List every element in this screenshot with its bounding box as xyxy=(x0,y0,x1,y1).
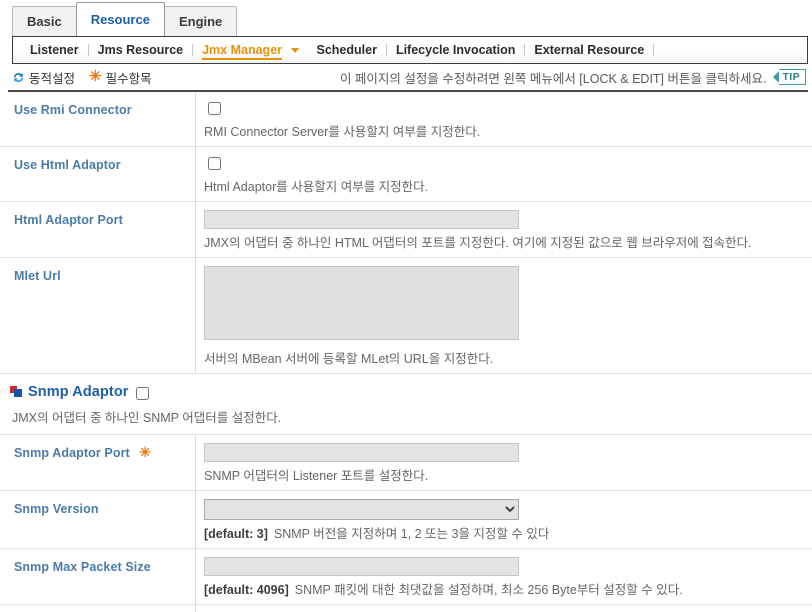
field-row-mlet-url: Mlet Url 서버의 MBean 서버에 등록할 MLet의 URL을 지정… xyxy=(0,258,812,374)
snmp-adaptor-group-header: Snmp Adaptor xyxy=(10,384,812,400)
desc-snmp-adaptor-port: SNMP 어댑터의 Listener 포트를 설정한다. xyxy=(204,469,429,483)
checkbox-use-rmi-connector[interactable] xyxy=(208,102,221,115)
desc-text-snmp-version: SNMP 버전을 지정하며 1, 2 또는 3을 지정할 수 있다 xyxy=(273,527,550,541)
legend-notice-bar: 동적설정 ✳ 필수항목 이 페이지의 설정을 수정하려면 왼쪽 메뉴에서 [LO… xyxy=(8,66,808,92)
field-row-snmp-security: Snmp Security [default: false]보안의 적용 여부를… xyxy=(0,605,812,612)
lock-edit-notice: 이 페이지의 설정을 수정하려면 왼쪽 메뉴에서 [LOCK & EDIT] 버… xyxy=(340,68,806,87)
subtab-scheduler[interactable]: Scheduler xyxy=(308,37,386,63)
legend-dynamic-label: 동적설정 xyxy=(29,71,76,86)
subtab-jms-resource[interactable]: Jms Resource xyxy=(89,37,192,63)
default-value-snmp-version: [default: 3] xyxy=(204,527,268,541)
legend-required-label: 필수항목 xyxy=(105,71,152,86)
chevron-down-icon[interactable] xyxy=(290,48,299,54)
input-html-adaptor-port[interactable] xyxy=(204,210,519,229)
desc-text-snmp-max-packet-size: SNMP 패킷에 대한 최댓값을 설정하며, 최소 256 Byte부터 설정할… xyxy=(294,583,683,597)
field-control-cell: [default: false]보안의 적용 여부를 설정한다. 보안은 SNM… xyxy=(196,605,812,612)
tab-engine[interactable]: Engine xyxy=(163,6,238,36)
jmx-manager-form: Use Rmi Connector RMI Connector Server를 … xyxy=(0,92,812,612)
subtab-listener-label: Listener xyxy=(30,43,79,57)
field-control-cell: [default: 3] SNMP 버전을 지정하며 1, 2 또는 3을 지정할… xyxy=(196,491,812,548)
textarea-mlet-url[interactable] xyxy=(204,266,519,340)
subtab-jmx-manager-label: Jmx Manager xyxy=(202,43,283,60)
checkbox-snmp-adaptor-enable[interactable] xyxy=(135,386,149,400)
desc-use-rmi-connector: RMI Connector Server를 사용할지 여부를 지정한다. xyxy=(204,125,481,139)
label-html-adaptor-port: Html Adaptor Port xyxy=(14,213,123,227)
label-use-rmi-connector: Use Rmi Connector xyxy=(14,103,132,117)
select-snmp-version[interactable] xyxy=(204,499,519,520)
field-row-html-adaptor-port: Html Adaptor Port JMX의 어댑터 중 하나인 HTML 어댑… xyxy=(0,202,812,258)
input-snmp-adaptor-port[interactable] xyxy=(204,443,519,462)
subtab-listener[interactable]: Listener xyxy=(21,37,88,63)
subtab-jms-resource-label: Jms Resource xyxy=(97,43,184,57)
snmp-adaptor-group: Snmp Adaptor JMX의 어댑터 중 하나인 SNMP 어댑터를 설정… xyxy=(0,374,812,435)
field-control-cell: RMI Connector Server를 사용할지 여부를 지정한다. xyxy=(196,92,812,146)
subtab-separator xyxy=(653,44,655,56)
tab-resource-label: Resource xyxy=(90,12,150,27)
label-snmp-adaptor-port: Snmp Adaptor Port xyxy=(14,446,130,460)
field-control-cell: Html Adaptor를 사용할지 여부를 지정한다. xyxy=(196,147,812,201)
field-row-use-html-adaptor: Use Html Adaptor Html Adaptor를 사용할지 여부를 … xyxy=(0,147,812,202)
desc-use-html-adaptor: Html Adaptor를 사용할지 여부를 지정한다. xyxy=(204,180,429,194)
field-control-cell: 서버의 MBean 서버에 등록할 MLet의 URL을 지정한다. xyxy=(196,258,812,373)
field-control-cell: JMX의 어댑터 중 하나인 HTML 어댑터의 포트를 지정한다. 여기에 지… xyxy=(196,202,812,257)
asterisk-icon: ✳ xyxy=(89,68,102,85)
tip-badge-label: TIP xyxy=(779,69,806,85)
tab-basic[interactable]: Basic xyxy=(12,6,77,36)
sub-tab-bar: Listener Jms Resource Jmx Manager Schedu… xyxy=(12,36,808,64)
desc-snmp-version: [default: 3] SNMP 버전을 지정하며 1, 2 또는 3을 지정할… xyxy=(204,526,804,542)
refresh-icon xyxy=(12,71,25,84)
input-snmp-max-packet-size[interactable] xyxy=(204,557,519,576)
default-value-snmp-max-packet-size: [default: 4096] xyxy=(204,583,289,597)
desc-snmp-max-packet-size: [default: 4096] SNMP 패킷에 대한 최댓값을 설정하며, 최소… xyxy=(204,582,804,598)
field-label-cell: Snmp Max Packet Size xyxy=(0,549,196,604)
subtab-lifecycle-invocation[interactable]: Lifecycle Invocation xyxy=(387,37,524,63)
field-label-cell: Snmp Security xyxy=(0,605,196,612)
field-row-snmp-version: Snmp Version [default: 3] SNMP 버전을 지정하며 1… xyxy=(0,491,812,549)
field-row-use-rmi-connector: Use Rmi Connector RMI Connector Server를 … xyxy=(0,92,812,147)
field-label-cell: Snmp Version xyxy=(0,491,196,548)
field-row-snmp-max-packet-size: Snmp Max Packet Size [default: 4096] SNMP… xyxy=(0,549,812,605)
field-control-cell: SNMP 어댑터의 Listener 포트를 설정한다. xyxy=(196,435,812,490)
tab-resource[interactable]: Resource xyxy=(75,2,165,36)
field-label-cell: Mlet Url xyxy=(0,258,196,373)
tab-basic-label: Basic xyxy=(27,14,62,29)
legend-dynamic: 동적설정 xyxy=(12,68,75,87)
snmp-adaptor-group-title: Snmp Adaptor xyxy=(28,384,129,400)
field-label-cell: Use Rmi Connector xyxy=(0,92,196,146)
squares-icon xyxy=(10,386,23,398)
desc-html-adaptor-port: JMX의 어댑터 중 하나인 HTML 어댑터의 포트를 지정한다. 여기에 지… xyxy=(204,236,752,250)
snmp-adaptor-group-desc: JMX의 어댑터 중 하나인 SNMP 어댑터를 설정한다. xyxy=(12,411,282,425)
subtab-external-resource[interactable]: External Resource xyxy=(525,37,653,63)
label-mlet-url: Mlet Url xyxy=(14,269,61,283)
checkbox-use-html-adaptor[interactable] xyxy=(208,157,221,170)
tip-badge[interactable]: TIP xyxy=(773,69,806,85)
subtab-lifecycle-invocation-label: Lifecycle Invocation xyxy=(395,43,516,57)
main-tab-strip: Basic Resource Engine xyxy=(0,0,812,36)
subtab-external-resource-label: External Resource xyxy=(534,43,645,57)
field-label-cell: Snmp Adaptor Port ✳ xyxy=(0,435,196,490)
label-snmp-version: Snmp Version xyxy=(14,502,99,516)
subtab-jmx-manager[interactable]: Jmx Manager xyxy=(193,37,307,63)
label-snmp-max-packet-size: Snmp Max Packet Size xyxy=(14,560,151,574)
field-row-snmp-adaptor-port: Snmp Adaptor Port ✳ SNMP 어댑터의 Listener 포… xyxy=(0,435,812,491)
desc-mlet-url: 서버의 MBean 서버에 등록할 MLet의 URL을 지정한다. xyxy=(204,352,494,366)
asterisk-icon: ✳ xyxy=(139,444,152,460)
lock-edit-notice-text: 이 페이지의 설정을 수정하려면 왼쪽 메뉴에서 [LOCK & EDIT] 버… xyxy=(339,71,767,86)
field-label-cell: Use Html Adaptor xyxy=(0,147,196,201)
legend-required: ✳ 필수항목 xyxy=(89,68,152,87)
field-label-cell: Html Adaptor Port xyxy=(0,202,196,257)
label-use-html-adaptor: Use Html Adaptor xyxy=(14,158,121,172)
tab-engine-label: Engine xyxy=(178,14,223,29)
subtab-scheduler-label: Scheduler xyxy=(316,43,377,57)
field-control-cell: [default: 4096] SNMP 패킷에 대한 최댓값을 설정하며, 최소… xyxy=(196,549,812,604)
